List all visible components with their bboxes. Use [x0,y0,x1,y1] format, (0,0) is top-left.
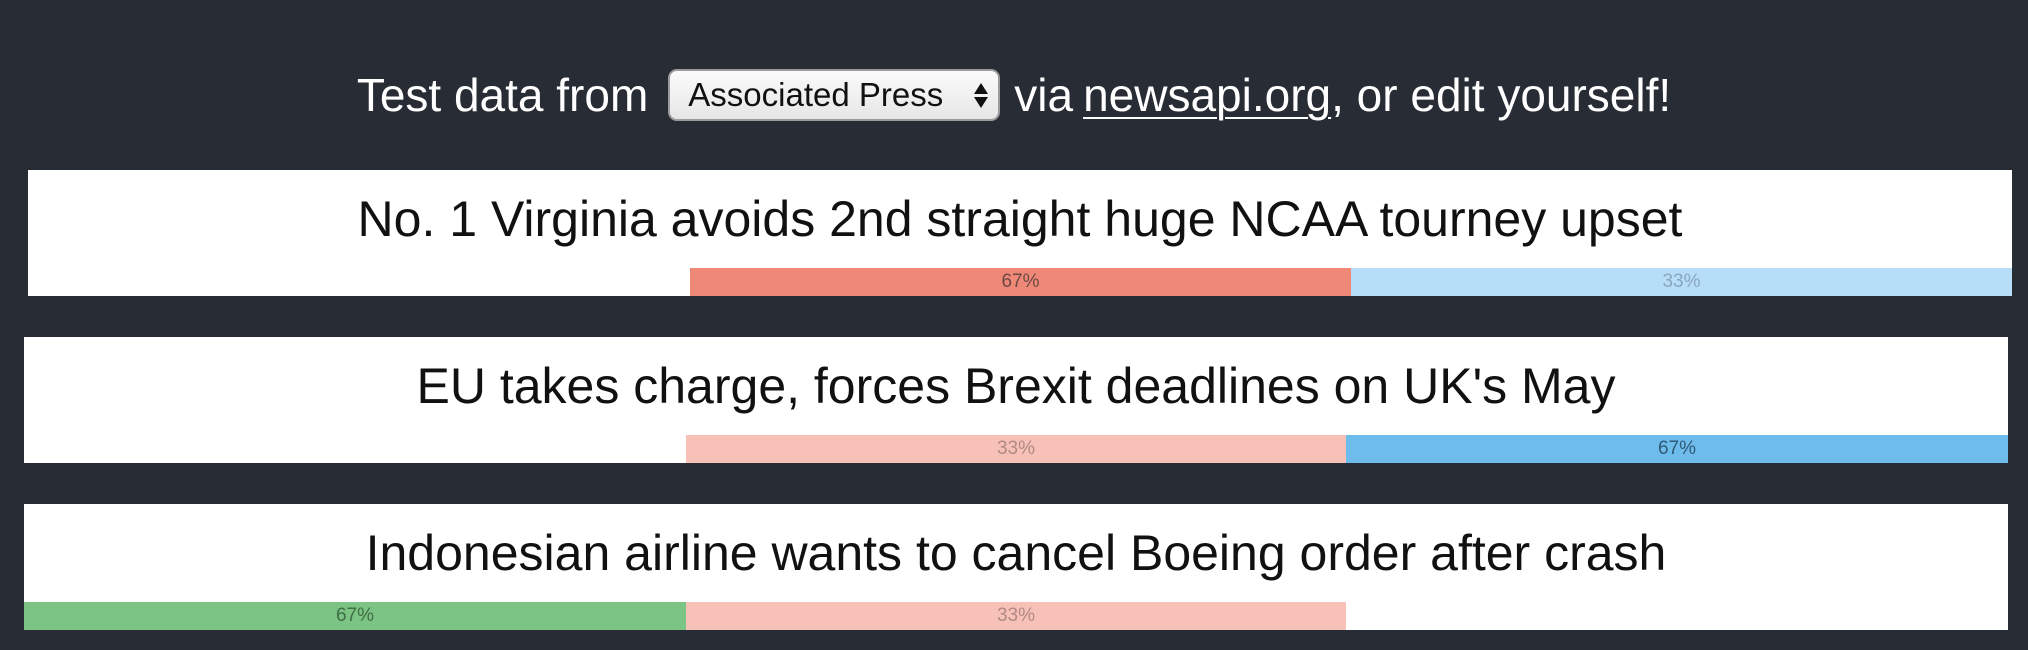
bias-bar-label: 33% [996,438,1036,459]
bias-bar: 33% [686,602,1346,630]
bias-bar: 67% [1346,435,2008,463]
article-headline[interactable]: EU takes charge, forces Brexit deadlines… [24,357,2008,415]
bias-bar: 67% [24,602,686,630]
bias-bar: 33% [686,435,1346,463]
article-card: Indonesian airline wants to cancel Boein… [24,504,2008,630]
newsapi-link[interactable]: newsapi.org [1083,68,1331,122]
article-card: EU takes charge, forces Brexit deadlines… [24,337,2008,463]
article-headline[interactable]: No. 1 Virginia avoids 2nd straight huge … [28,190,2012,248]
header-prefix: Test data from [356,69,649,121]
bias-bar: 67% [690,268,1351,296]
bias-bar-label: 67% [335,605,375,626]
header-suffix: , or edit yourself! [1331,69,1672,121]
article-headline[interactable]: Indonesian airline wants to cancel Boein… [24,524,2008,582]
bias-bar-label: 67% [1001,271,1040,292]
source-select[interactable]: Associated Press [668,69,1001,121]
bias-bar-label: 33% [1662,271,1701,292]
source-select-value: Associated Press [688,76,944,113]
header: Test data from Associated Press via news… [0,60,2028,130]
article-card: No. 1 Virginia avoids 2nd straight huge … [28,170,2012,296]
bias-bar: 33% [1351,268,2012,296]
header-via: via [1014,69,1074,121]
bias-bar-label: 67% [1657,438,1697,459]
select-arrows-icon [974,82,989,108]
bias-bar-label: 33% [996,605,1036,626]
